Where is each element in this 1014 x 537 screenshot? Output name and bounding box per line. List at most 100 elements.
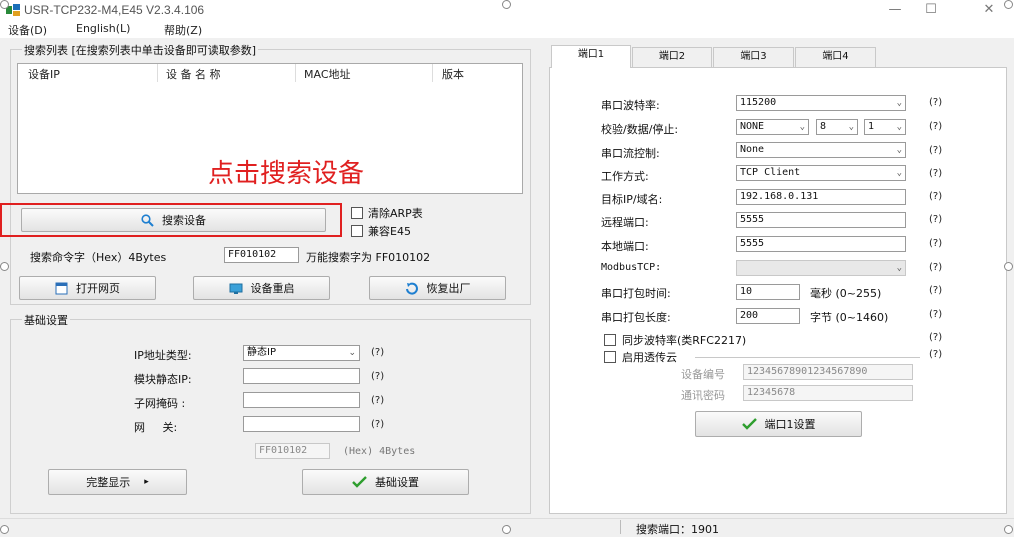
- device-icon: [229, 283, 242, 294]
- resize-handle: [0, 525, 9, 534]
- modbus-select[interactable]: ⌄: [736, 260, 906, 276]
- stop-bits-select[interactable]: 1 ⌄: [864, 119, 906, 135]
- help-subnet[interactable]: (?): [371, 395, 384, 406]
- pack-len-unit: 字节 (0~1460): [810, 311, 889, 324]
- resize-handle: [1004, 262, 1013, 271]
- pack-time-field[interactable]: 10: [736, 284, 800, 300]
- col-device-ip[interactable]: 设备IP: [28, 66, 60, 82]
- cloud-checkbox[interactable]: [604, 351, 616, 363]
- tab-port3[interactable]: 端口3: [713, 47, 794, 67]
- remote-port-field[interactable]: 5555: [736, 212, 906, 228]
- static-ip-field[interactable]: [243, 368, 360, 384]
- hex-label: (Hex) 4Bytes: [343, 446, 416, 457]
- target-field[interactable]: 192.168.0.131: [736, 189, 906, 205]
- help-baud[interactable]: (?): [929, 97, 942, 108]
- search-devices-button[interactable]: 搜索设备: [21, 208, 326, 232]
- local-port-field[interactable]: 5555: [736, 236, 906, 252]
- tab-port4[interactable]: 端口4: [795, 47, 876, 67]
- gateway-field[interactable]: [243, 416, 360, 432]
- compat-e45-checkbox[interactable]: [351, 225, 363, 237]
- ip-type-select[interactable]: 静态IP ⌄: [243, 345, 360, 361]
- clear-arp-checkbox[interactable]: [351, 207, 363, 219]
- data-bits-value: 8: [820, 121, 827, 132]
- baud-label: 串口波特率:: [601, 99, 660, 112]
- static-ip-label: 模块静态IP:: [134, 373, 192, 386]
- help-remote-port[interactable]: (?): [929, 214, 942, 225]
- help-target[interactable]: (?): [929, 191, 942, 202]
- open-web-button[interactable]: 打开网页: [19, 276, 156, 300]
- modbus-label: ModbusTCP:: [601, 262, 662, 273]
- data-bits-select[interactable]: 8 ⌄: [816, 119, 858, 135]
- close-button[interactable]: ✕: [974, 2, 1004, 18]
- col-version[interactable]: 版本: [442, 66, 464, 82]
- chevron-down-icon: ⌄: [896, 263, 902, 273]
- flow-select[interactable]: None ⌄: [736, 142, 906, 158]
- restart-label: 设备重启: [250, 282, 295, 295]
- col-mac[interactable]: MAC地址: [304, 66, 351, 82]
- restart-device-button[interactable]: 设备重启: [193, 276, 330, 300]
- pack-len-label: 串口打包长度:: [601, 311, 671, 324]
- subnet-field[interactable]: [243, 392, 360, 408]
- resize-handle: [502, 525, 511, 534]
- mode-select[interactable]: TCP Client ⌄: [736, 165, 906, 181]
- pack-len-field[interactable]: 200: [736, 308, 800, 324]
- help-modbus[interactable]: (?): [929, 262, 942, 273]
- tab-port1[interactable]: 端口1: [551, 45, 631, 68]
- stop-bits-value: 1: [868, 121, 875, 132]
- menu-bar: [0, 20, 1014, 38]
- maximize-button[interactable]: ☐: [916, 2, 946, 18]
- ip-type-label: IP地址类型:: [134, 349, 192, 362]
- help-ip-type[interactable]: (?): [371, 347, 384, 358]
- tab-port2[interactable]: 端口2: [632, 47, 712, 67]
- help-gateway[interactable]: (?): [371, 419, 384, 430]
- help-mode[interactable]: (?): [929, 168, 942, 179]
- col-device-name[interactable]: 设 备 名 称: [166, 66, 221, 82]
- help-static-ip[interactable]: (?): [371, 371, 384, 382]
- port-settings-button[interactable]: 端口1设置: [695, 411, 862, 437]
- help-sync-baud[interactable]: (?): [929, 332, 942, 343]
- help-flow[interactable]: (?): [929, 145, 942, 156]
- baud-select[interactable]: 115200 ⌄: [736, 95, 906, 111]
- device-no-field[interactable]: 12345678901234567890: [743, 364, 913, 380]
- resize-handle: [0, 262, 9, 271]
- flow-value: None: [740, 144, 765, 155]
- sync-baud-checkbox[interactable]: [604, 334, 616, 346]
- col-separator: [157, 64, 158, 82]
- col-separator: [432, 64, 433, 82]
- chevron-down-icon: ⌄: [848, 122, 854, 132]
- parity-label: 校验/数据/停止:: [601, 123, 679, 136]
- mode-label: 工作方式:: [601, 170, 649, 183]
- full-display-button[interactable]: 完整显示 ▸: [48, 469, 187, 495]
- parity-select[interactable]: NONE ⌄: [736, 119, 809, 135]
- help-local-port[interactable]: (?): [929, 238, 942, 249]
- search-button-label: 搜索设备: [162, 214, 206, 227]
- help-pack-len[interactable]: (?): [929, 309, 942, 320]
- local-port-label: 本地端口:: [601, 240, 649, 253]
- menu-help[interactable]: 帮助(Z): [164, 22, 202, 38]
- hex-field: FF010102: [255, 443, 330, 459]
- comm-pwd-field[interactable]: 12345678: [743, 385, 913, 401]
- help-cloud[interactable]: (?): [929, 349, 942, 360]
- search-cmd-field[interactable]: FF010102: [224, 247, 299, 263]
- factory-reset-button[interactable]: 恢复出厂: [369, 276, 506, 300]
- resize-handle: [502, 0, 511, 9]
- cloud-label: 启用透传云: [622, 351, 677, 364]
- chevron-down-icon: ⌄: [896, 122, 902, 132]
- help-pack-time[interactable]: (?): [929, 285, 942, 296]
- help-parity[interactable]: (?): [929, 121, 942, 132]
- menu-english[interactable]: English(L): [76, 22, 130, 35]
- col-separator: [295, 64, 296, 82]
- compat-e45-label: 兼容E45: [368, 225, 411, 238]
- chevron-down-icon: ⌄: [896, 145, 902, 155]
- minimize-button[interactable]: —: [880, 2, 910, 18]
- ip-type-value: 静态IP: [247, 347, 276, 358]
- cloud-divider: [695, 357, 920, 358]
- full-display-label: 完整显示: [86, 476, 131, 489]
- pack-time-label: 串口打包时间:: [601, 287, 671, 300]
- basic-settings-button[interactable]: 基础设置: [302, 469, 469, 495]
- subnet-label: 子网掩码 :: [134, 397, 186, 410]
- device-no-label: 设备编号: [681, 368, 725, 381]
- menu-device[interactable]: 设备(D): [8, 22, 47, 38]
- annotation-text: 点击搜索设备: [208, 159, 365, 189]
- magnifier-icon: [141, 213, 154, 227]
